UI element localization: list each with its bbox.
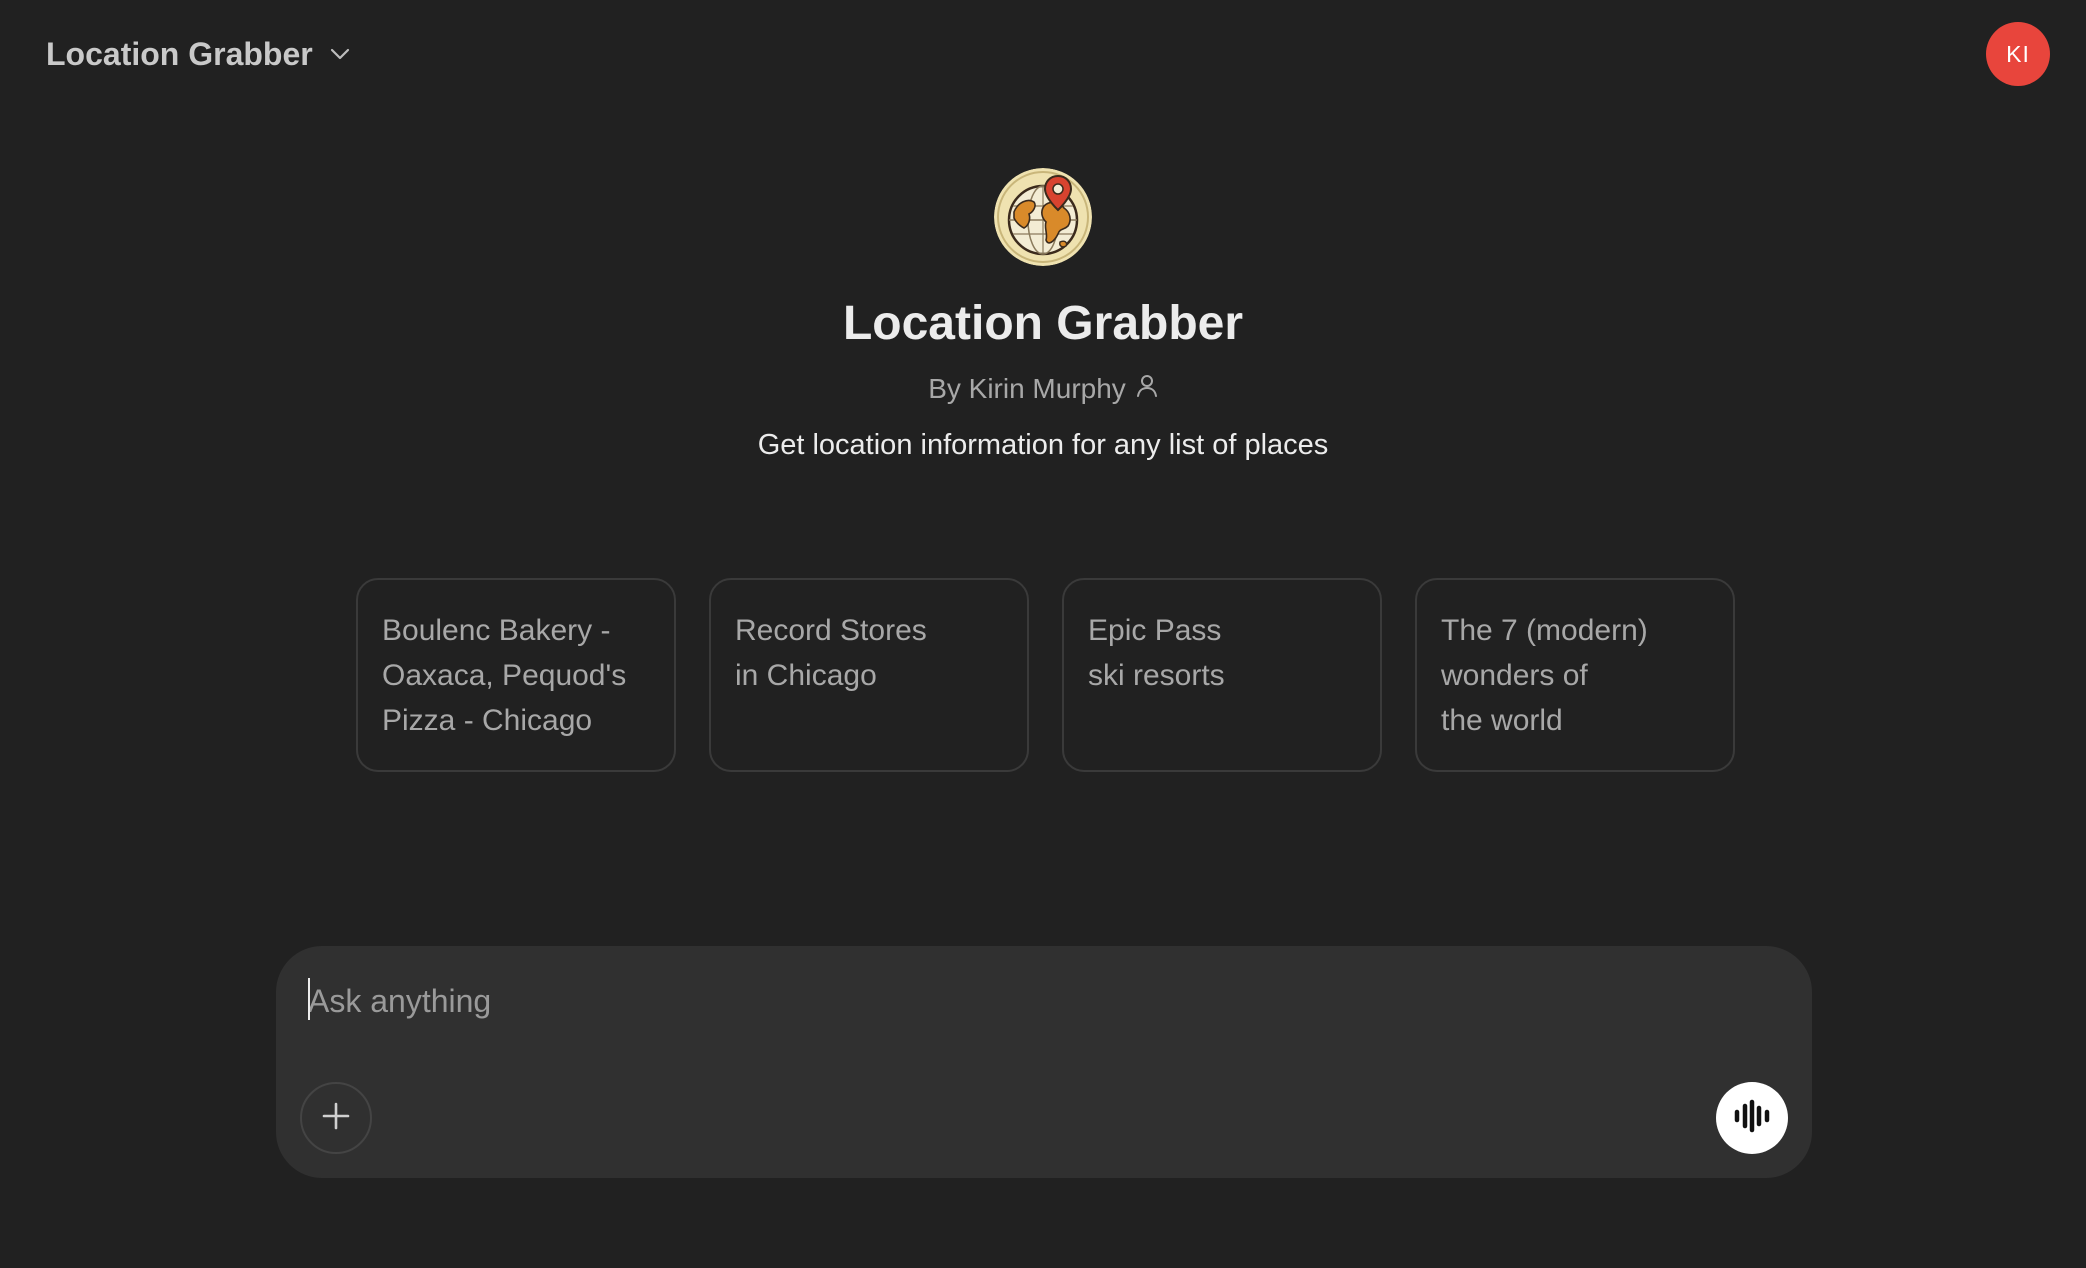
starter-text-line: Record Stores	[735, 614, 927, 647]
starter-text-line: in Chicago	[735, 659, 877, 692]
gpt-name: Location Grabber	[842, 297, 1244, 350]
gpt-author-label: By Kirin Murphy	[928, 373, 1126, 404]
starter-card[interactable]: Record Stores in Chicago	[709, 578, 1029, 772]
avatar-initials: KI	[2006, 40, 2030, 67]
chevron-down-icon	[327, 41, 353, 67]
conversation-starters: Boulenc Bakery - Oaxaca, Pequod's Pizza …	[356, 578, 1735, 772]
model-switcher-label: Location Grabber	[46, 35, 313, 72]
voice-waveform-icon	[1733, 1097, 1771, 1140]
starter-card[interactable]: Boulenc Bakery - Oaxaca, Pequod's Pizza …	[356, 578, 676, 772]
starter-text-line: ski resorts	[1088, 659, 1225, 692]
starter-card[interactable]: Epic Pass ski resorts	[1062, 578, 1382, 772]
attach-button[interactable]	[300, 1082, 372, 1154]
gpt-description: Get location information for any list of…	[757, 429, 1329, 461]
starter-card[interactable]: The 7 (modern) wonders of the world	[1415, 578, 1735, 772]
starter-text-line: The 7 (modern)	[1441, 614, 1648, 647]
person-icon	[1136, 373, 1158, 405]
starter-text-line: Boulenc Bakery -	[382, 614, 611, 647]
gpt-intro: Location Grabber By Kirin Murphy Get loc…	[0, 168, 2086, 462]
model-switcher[interactable]: Location Grabber	[46, 28, 353, 80]
starter-text-line: Pizza - Chicago	[382, 704, 593, 737]
text-caret	[308, 978, 310, 1020]
gpt-author[interactable]: By Kirin Murphy	[928, 373, 1158, 405]
plus-icon	[320, 1100, 352, 1137]
starter-text-line: the world	[1441, 704, 1563, 737]
message-input[interactable]	[306, 976, 1776, 1026]
starter-text-line: Epic Pass	[1088, 614, 1222, 647]
starter-text-line: Oaxaca, Pequod's	[382, 659, 627, 692]
voice-mode-button[interactable]	[1716, 1082, 1788, 1154]
message-composer	[276, 946, 1812, 1178]
top-bar: Location Grabber KI	[0, 0, 2086, 110]
user-avatar[interactable]: KI	[1986, 22, 2050, 86]
starter-text-line: wonders of	[1441, 659, 1588, 692]
globe-location-pin-icon	[994, 168, 1092, 266]
